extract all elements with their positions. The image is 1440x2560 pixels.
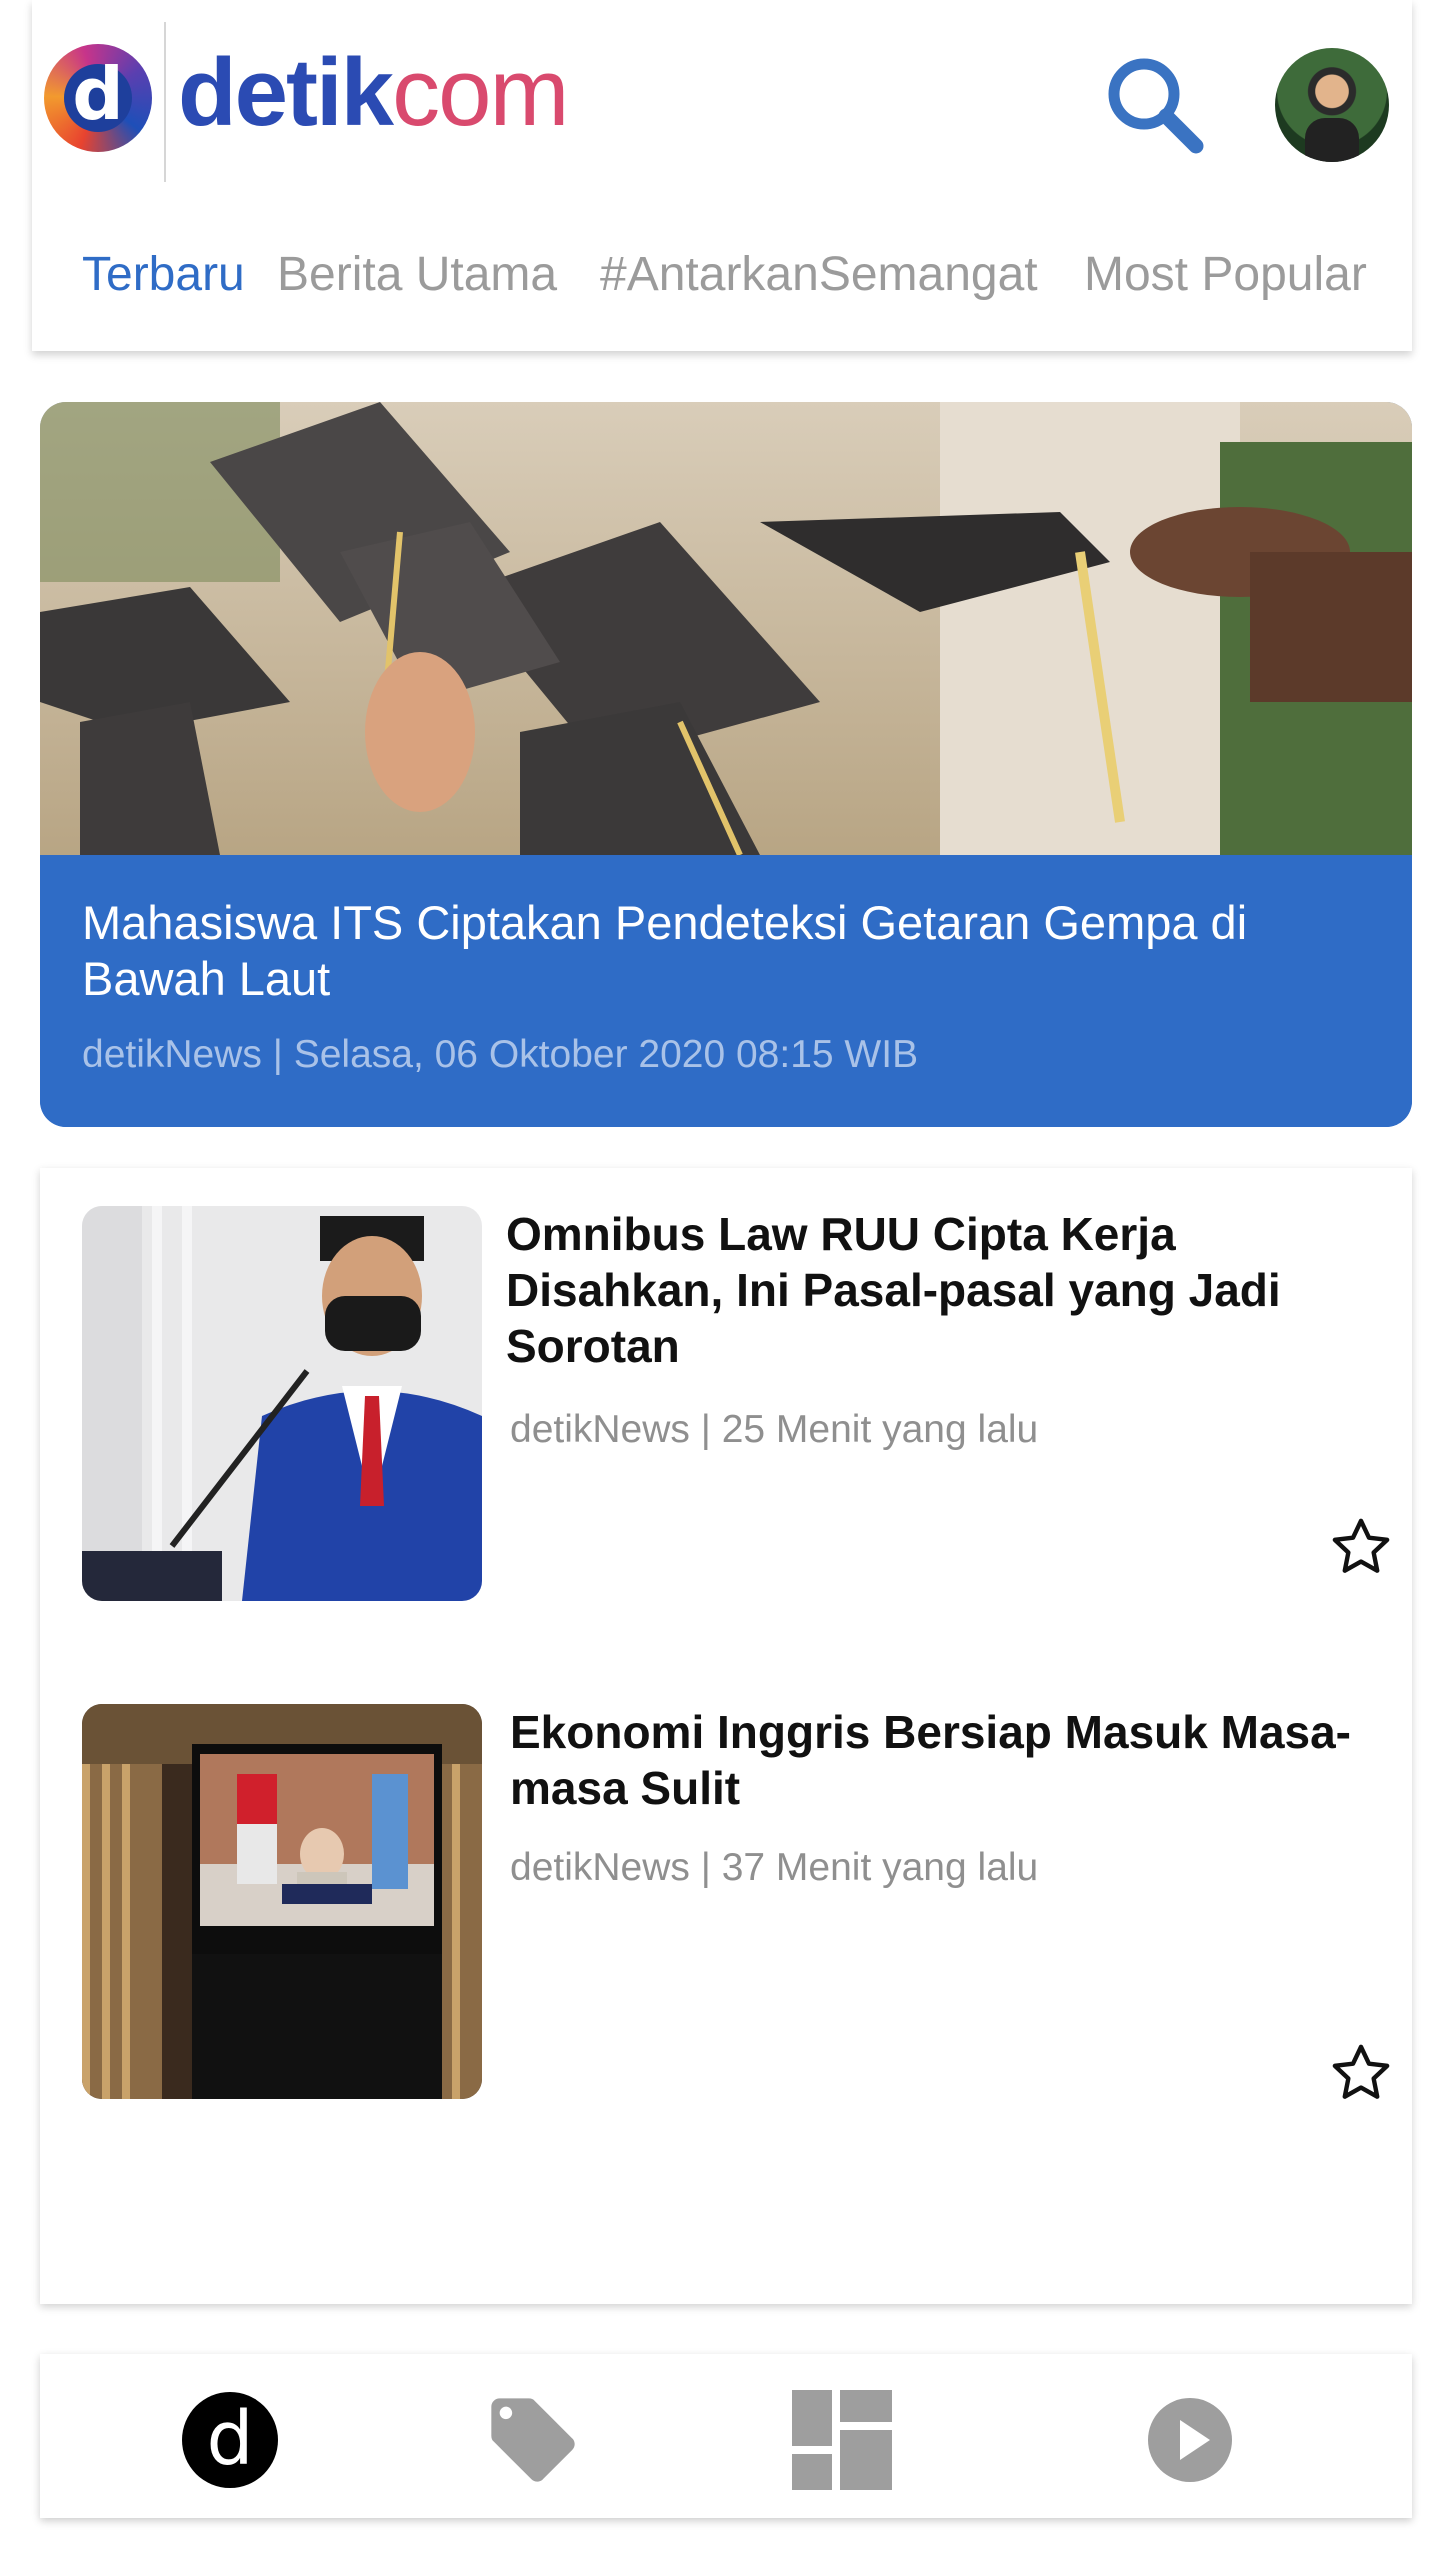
article-thumbnail (82, 1206, 482, 1601)
article-meta: detikNews | 25 Menit yang lalu (510, 1408, 1039, 1451)
bookmark-button[interactable] (1328, 2040, 1394, 2106)
headline-caption: Mahasiswa ITS Ciptakan Pendeteksi Getara… (40, 855, 1412, 1127)
article-title[interactable]: Omnibus Law RUU Cipta Kerja Disahkan, In… (506, 1206, 1386, 1374)
search-icon (1108, 58, 1204, 154)
user-avatar[interactable] (1275, 48, 1389, 162)
tab-berita-utama[interactable]: Berita Utama (277, 245, 557, 305)
nav-dashboard[interactable] (792, 2390, 892, 2490)
article-meta: detikNews | 37 Menit yang lalu (510, 1846, 1039, 1889)
tab-antarkan-semangat[interactable]: #AntarkanSemangat (600, 245, 1038, 305)
logo-text-detik: detik (178, 39, 394, 146)
logo-divider (164, 22, 166, 182)
home-icon: d (182, 2392, 278, 2488)
graduation-caps-image (40, 402, 1412, 857)
play-icon (1148, 2398, 1232, 2482)
category-tabs: Terbaru Berita Utama #AntarkanSemangat M… (32, 245, 1412, 305)
logo-wordmark[interactable]: detikcom (178, 38, 569, 148)
bookmark-button[interactable] (1328, 1514, 1394, 1580)
nav-tags[interactable] (483, 2390, 583, 2490)
tab-terbaru[interactable]: Terbaru (82, 245, 245, 305)
home-mark: d (207, 2396, 254, 2482)
headline-title[interactable]: Mahasiswa ITS Ciptakan Pendeteksi Getara… (82, 895, 1342, 1007)
bottom-navigation: d (40, 2354, 1412, 2518)
article-thumbnail (82, 1704, 482, 2099)
tab-most-popular[interactable]: Most Popular (1084, 245, 1367, 305)
star-outline-icon (1332, 1518, 1390, 1573)
nav-home[interactable]: d (180, 2390, 280, 2490)
avatar-shirt (1305, 118, 1359, 162)
detik-logo-icon[interactable]: d (44, 44, 152, 152)
article-list: Omnibus Law RUU Cipta Kerja Disahkan, In… (40, 1168, 1412, 2304)
logo-text-com: com (392, 39, 569, 146)
tag-icon (491, 2398, 575, 2482)
app-header: d detikcom Terbaru Berita Utama #Antarka… (32, 0, 1412, 351)
logo-mark: d (64, 58, 132, 132)
nav-video[interactable] (1140, 2390, 1240, 2490)
star-outline-icon (1332, 2044, 1390, 2099)
search-button[interactable] (1100, 50, 1210, 160)
dashboard-icon (792, 2390, 892, 2490)
headline-image (40, 402, 1412, 857)
article-title[interactable]: Ekonomi Inggris Bersiap Masuk Masa-masa … (510, 1704, 1390, 1816)
headline-meta: detikNews | Selasa, 06 Oktober 2020 08:1… (82, 1033, 919, 1076)
headline-card[interactable]: Mahasiswa ITS Ciptakan Pendeteksi Getara… (40, 402, 1412, 1127)
